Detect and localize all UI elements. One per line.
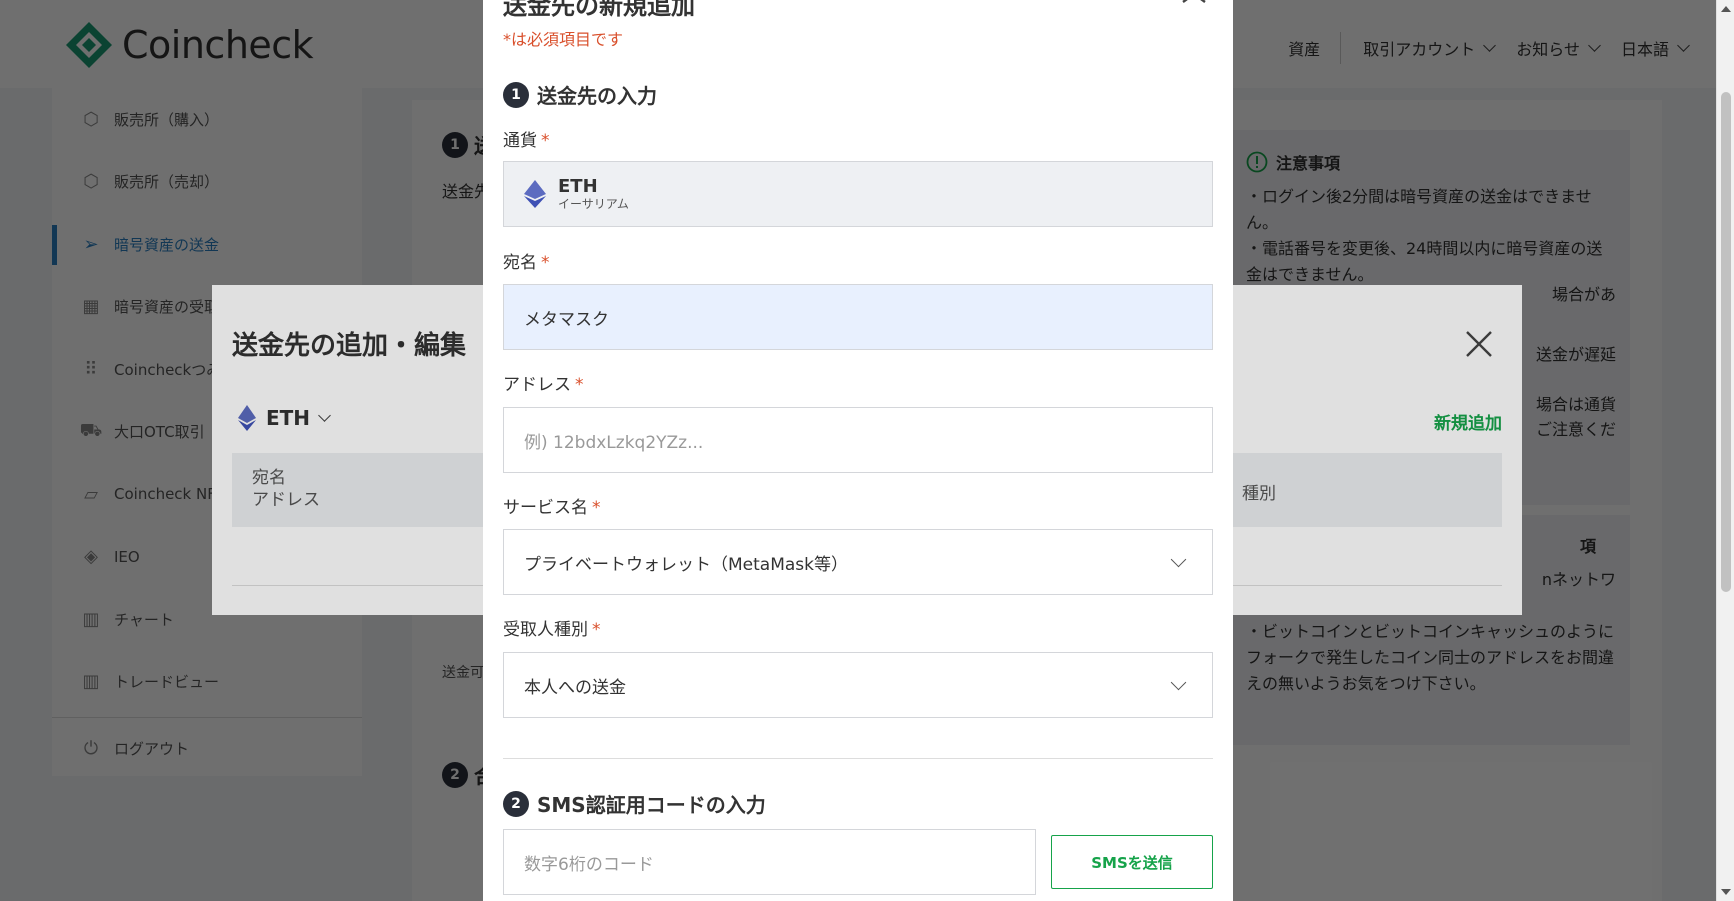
- receiver-type-value: 本人への送金: [524, 677, 626, 698]
- add-destination-modal: 送金先の新規追加 *は必須項目です 1 送金先の入力 通貨 * ETH イーサリア…: [483, 0, 1233, 901]
- currency-value: ETH イーサリアム: [558, 176, 629, 212]
- section-2-title-text: SMS認証用コードの入力: [537, 793, 766, 817]
- label-text: サービス名: [503, 498, 588, 518]
- currency-field: ETH イーサリアム: [503, 161, 1213, 227]
- recipient-label: 宛名 *: [503, 248, 550, 273]
- sms-placeholder: 数字6桁のコード: [524, 854, 654, 875]
- recipient-value: メタマスク: [524, 309, 609, 330]
- label-text: 受取人種別: [503, 620, 588, 640]
- chevron-down-icon: [1170, 674, 1187, 691]
- currency-label: 通貨 *: [503, 126, 550, 151]
- label-text: 宛名: [503, 253, 537, 273]
- label-text: 通貨: [503, 131, 537, 151]
- service-select[interactable]: プライベートウォレット（MetaMask等）: [503, 529, 1213, 595]
- step-badge: 2: [503, 790, 529, 817]
- required-mark: *: [541, 253, 550, 273]
- chevron-down-icon: [1170, 551, 1187, 568]
- address-placeholder: 例) 12bdxLzkq2YZz...: [524, 432, 704, 453]
- required-mark: *: [592, 498, 601, 518]
- receiver-type-select[interactable]: 本人への送金: [503, 652, 1213, 718]
- section-1-title-text: 送金先の入力: [537, 84, 657, 108]
- receiver-type-label: 受取人種別 *: [503, 615, 601, 640]
- close-icon[interactable]: [1181, 0, 1207, 12]
- scrollbar-thumb[interactable]: [1721, 92, 1731, 592]
- send-sms-button[interactable]: SMSを送信: [1051, 835, 1213, 889]
- required-mark: *: [592, 620, 601, 640]
- required-mark: *: [575, 375, 584, 395]
- service-label: サービス名 *: [503, 493, 601, 518]
- address-input[interactable]: 例) 12bdxLzkq2YZz...: [503, 407, 1213, 473]
- eth-icon: [524, 180, 546, 208]
- modal-title: 送金先の新規追加: [503, 0, 695, 20]
- required-note: *は必須項目です: [503, 30, 624, 49]
- step-badge: 1: [503, 81, 529, 108]
- scroll-up-arrow-icon[interactable]: [1721, 6, 1731, 12]
- scrollbar[interactable]: [1716, 0, 1734, 901]
- address-label: アドレス *: [503, 370, 584, 395]
- divider: [503, 758, 1213, 759]
- section-1-title: 1 送金先の入力: [503, 80, 657, 109]
- sms-code-input[interactable]: 数字6桁のコード: [503, 829, 1036, 895]
- scroll-down-arrow-icon[interactable]: [1721, 889, 1731, 895]
- recipient-input[interactable]: メタマスク: [503, 284, 1213, 350]
- label-text: アドレス: [503, 375, 571, 395]
- required-mark: *: [541, 131, 550, 151]
- currency-name: イーサリアム: [558, 197, 629, 211]
- section-2-title: 2 SMS認証用コードの入力: [503, 789, 766, 818]
- currency-code: ETH: [558, 176, 598, 197]
- service-value: プライベートウォレット（MetaMask等）: [524, 554, 848, 575]
